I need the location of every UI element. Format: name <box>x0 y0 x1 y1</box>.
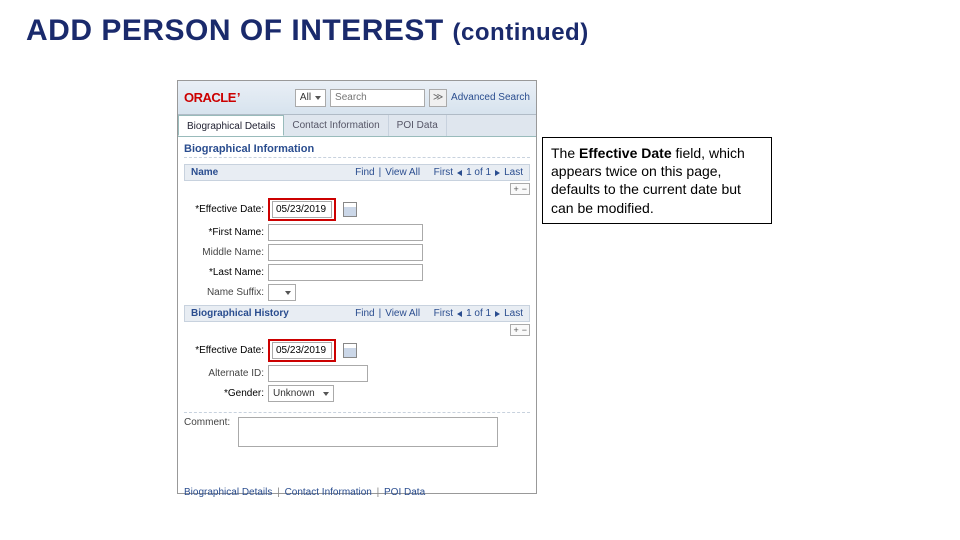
count-label-2: 1 of 1 <box>466 308 491 319</box>
group-title-name: Name <box>191 167 218 178</box>
viewall-link-2[interactable]: View All <box>385 308 420 319</box>
first-label: First <box>434 167 453 178</box>
calendar-icon[interactable] <box>343 343 357 358</box>
middle-name-input[interactable] <box>268 244 423 261</box>
effective-date-input-1[interactable] <box>272 201 332 218</box>
remove-row-button[interactable]: − <box>522 184 527 194</box>
effective-date-input-2[interactable] <box>272 342 332 359</box>
tab-poi-data[interactable]: POI Data <box>389 115 447 136</box>
advanced-search-link[interactable]: Advanced Search <box>451 92 530 103</box>
pipe: | <box>379 308 382 319</box>
tab-bar: Biographical Details Contact Information… <box>178 115 536 137</box>
separator <box>184 412 530 413</box>
footer-link-contact[interactable]: Contact Information <box>285 487 372 498</box>
label-name-suffix: Name Suffix: <box>184 287 264 298</box>
label-effective-date-2: *Effective Date: <box>184 345 264 356</box>
highlight-effective-date-1 <box>268 198 336 221</box>
arrow-left-icon[interactable] <box>457 311 462 317</box>
app-window: ORACLE’ All ≫ Advanced Search Biographic… <box>177 80 537 494</box>
find-link-2[interactable]: Find <box>355 308 374 319</box>
label-alternate-id: Alternate ID: <box>184 368 264 379</box>
last-name-input[interactable] <box>268 264 423 281</box>
label-last-name: *Last Name: <box>184 267 264 278</box>
slide-title: ADD PERSON OF INTEREST (continued) <box>26 14 589 48</box>
chevron-down-icon <box>315 96 321 100</box>
oracle-logo: ORACLE’ <box>184 90 240 105</box>
slide-title-continued: (continued) <box>453 19 589 46</box>
app-body: Biographical Information Name Find | Vie… <box>178 137 536 504</box>
pipe: | <box>379 167 382 178</box>
bottom-link-bar: Biographical Details | Contact Informati… <box>184 487 530 498</box>
count-label: 1 of 1 <box>466 167 491 178</box>
add-row-button-2[interactable]: + <box>513 325 518 335</box>
arrow-right-icon[interactable] <box>495 170 500 176</box>
last-label: Last <box>504 167 523 178</box>
arrow-left-icon[interactable] <box>457 170 462 176</box>
viewall-link[interactable]: View All <box>385 167 420 178</box>
first-name-input[interactable] <box>268 224 423 241</box>
label-comment: Comment: <box>184 417 230 428</box>
chevron-down-icon <box>285 291 291 295</box>
footer-link-poi[interactable]: POI Data <box>384 487 425 498</box>
calendar-icon[interactable] <box>343 202 357 217</box>
gender-value: Unknown <box>273 388 315 399</box>
name-suffix-select[interactable] <box>268 284 296 301</box>
group-bar-name: Name Find | View All First 1 of 1 Last <box>184 164 530 181</box>
tab-biographical-details[interactable]: Biographical Details <box>178 115 284 136</box>
scope-dropdown[interactable]: All <box>295 89 326 107</box>
gender-select[interactable]: Unknown <box>268 385 334 402</box>
footer-link-bio[interactable]: Biographical Details <box>184 487 272 498</box>
oracle-logo-dot: ’ <box>237 90 240 105</box>
find-link[interactable]: Find <box>355 167 374 178</box>
label-gender: *Gender: <box>184 388 264 399</box>
callout-bold: Effective Date <box>579 145 672 161</box>
sep: | <box>275 487 282 498</box>
search-input[interactable] <box>330 89 425 107</box>
go-glyph: ≫ <box>433 92 443 103</box>
label-middle-name: Middle Name: <box>184 247 264 258</box>
add-remove-row-2: + − <box>510 324 530 336</box>
comment-textarea[interactable] <box>238 417 498 447</box>
highlight-effective-date-2 <box>268 339 336 362</box>
remove-row-button-2[interactable]: − <box>522 325 527 335</box>
tab-contact-information[interactable]: Contact Information <box>284 115 388 136</box>
label-first-name: *First Name: <box>184 227 264 238</box>
sep: | <box>375 487 382 498</box>
scope-dropdown-label: All <box>300 92 311 103</box>
last-label-2: Last <box>504 308 523 319</box>
first-label-2: First <box>434 308 453 319</box>
section-biographical-information: Biographical Information <box>184 143 530 158</box>
top-bar: ORACLE’ All ≫ Advanced Search <box>178 81 536 115</box>
group-bar-bio-history: Biographical History Find | View All Fir… <box>184 305 530 322</box>
group-title-bio-history: Biographical History <box>191 308 289 319</box>
alternate-id-input[interactable] <box>268 365 368 382</box>
label-effective-date: *Effective Date: <box>184 204 264 215</box>
slide-title-main: ADD PERSON OF INTEREST <box>26 14 444 47</box>
callout-box: The Effective Date field, which appears … <box>542 137 772 224</box>
oracle-logo-text: ORACLE <box>184 90 236 105</box>
chevron-down-icon <box>323 392 329 396</box>
arrow-right-icon[interactable] <box>495 311 500 317</box>
add-row-button[interactable]: + <box>513 184 518 194</box>
search-go-button[interactable]: ≫ <box>429 89 447 107</box>
callout-pre: The <box>551 145 579 161</box>
add-remove-row: + − <box>510 183 530 195</box>
